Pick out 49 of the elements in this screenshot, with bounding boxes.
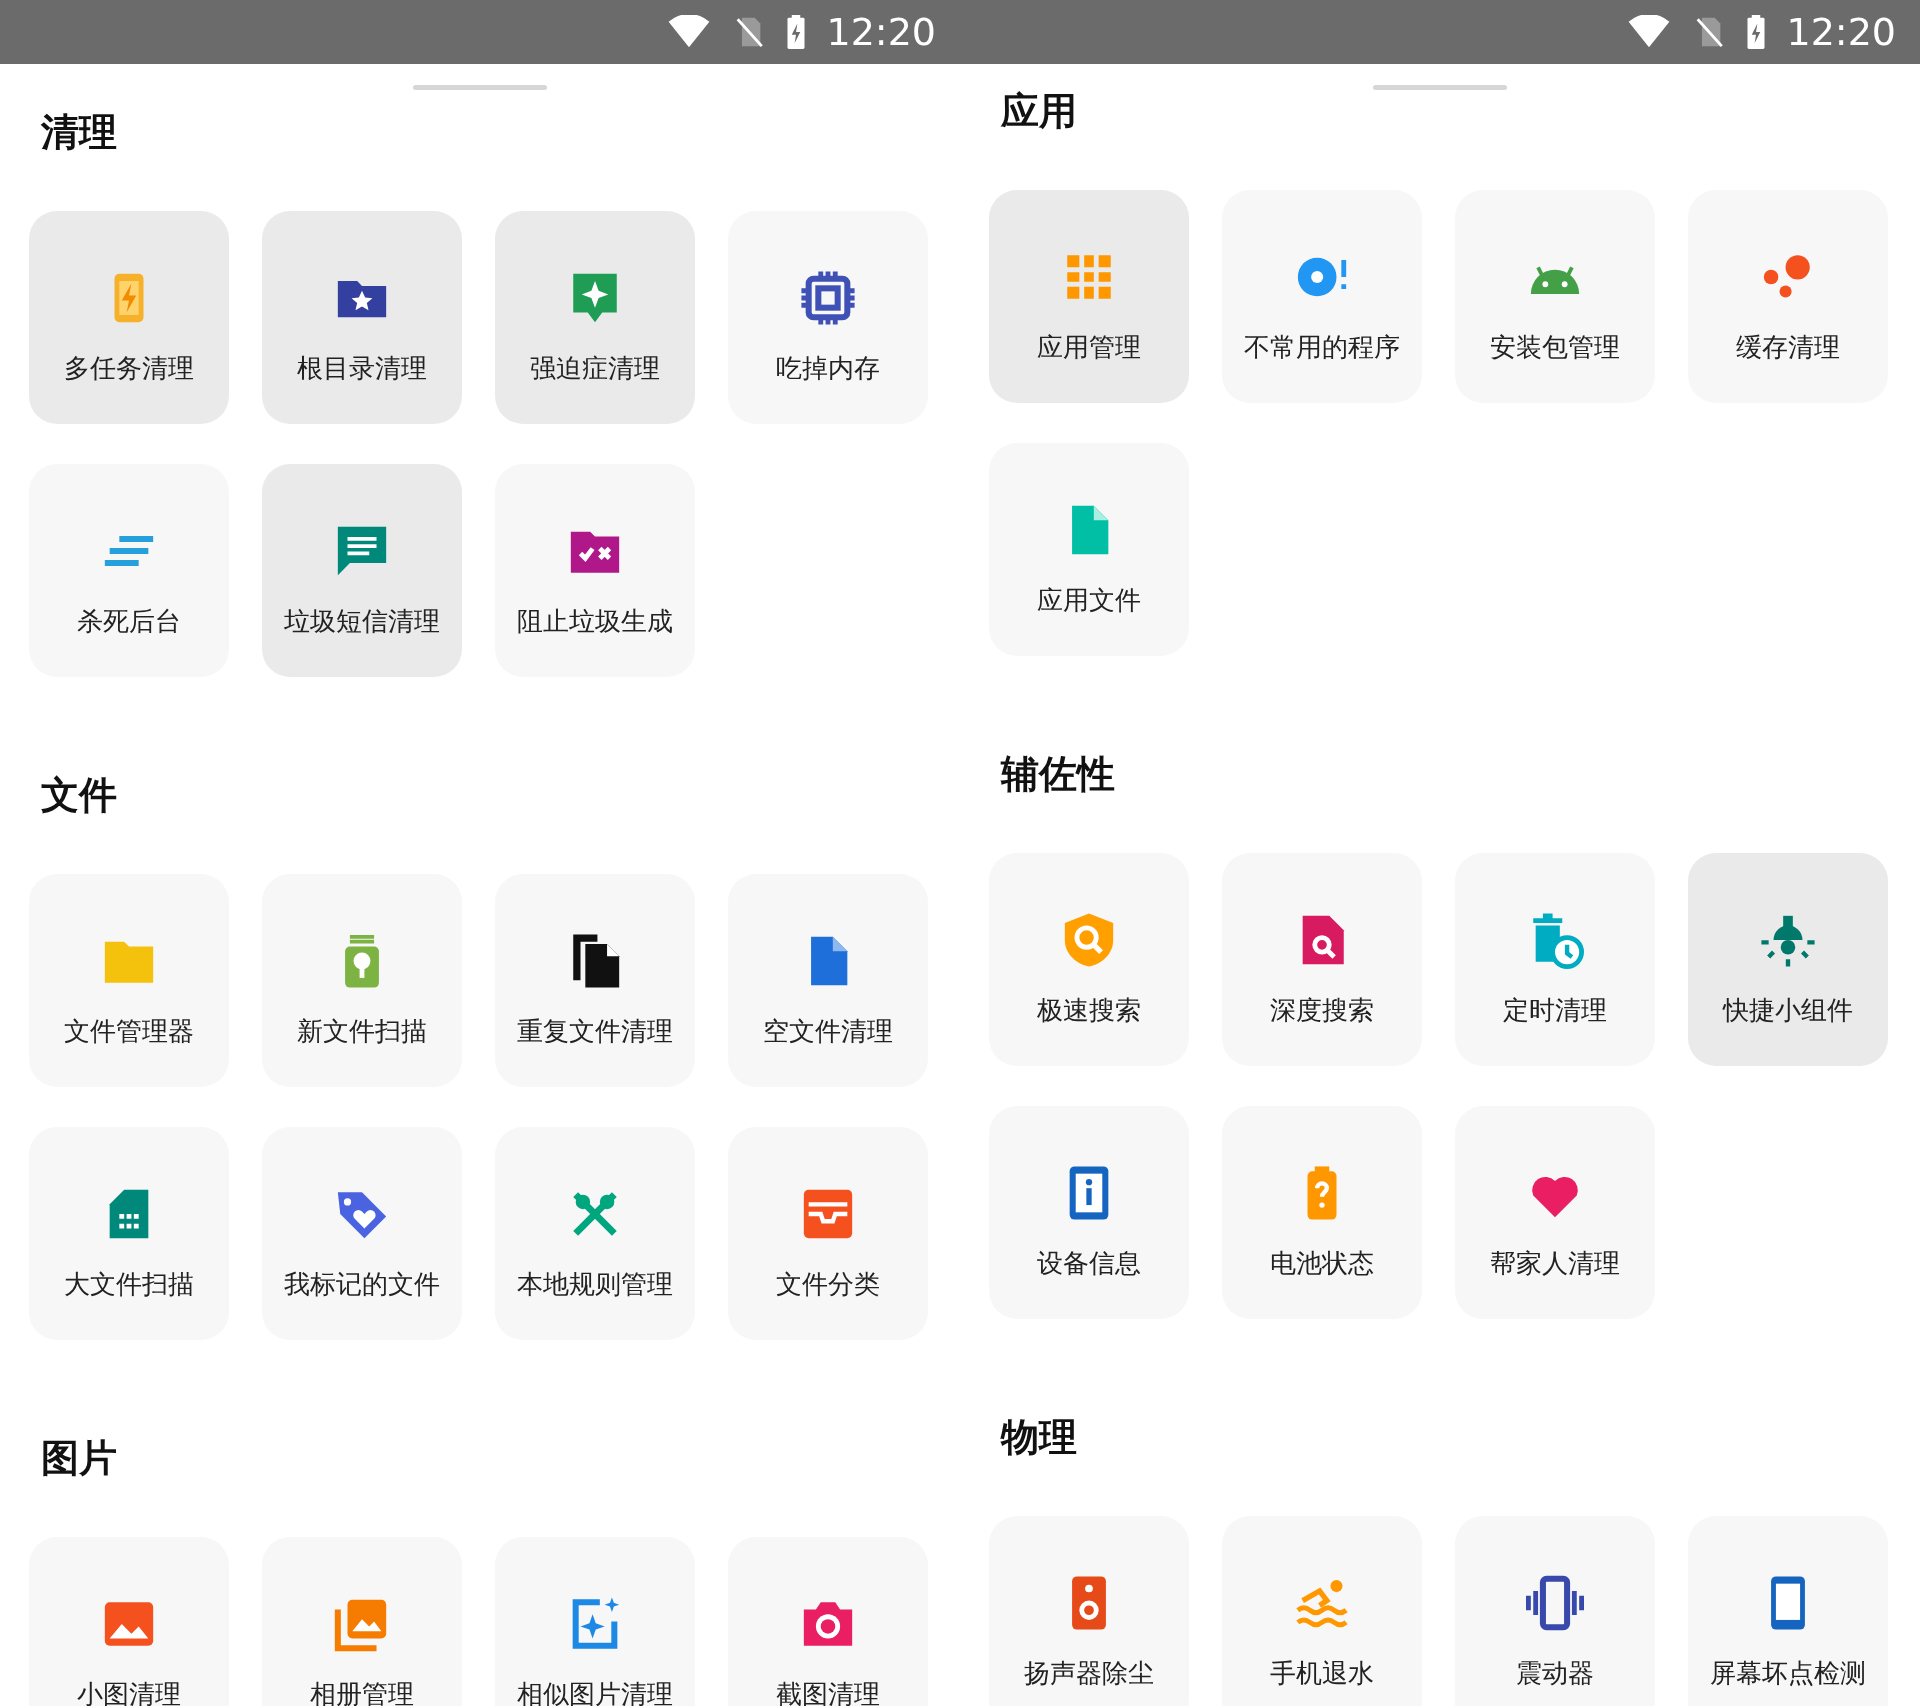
tool-tile[interactable]: 大文件扫描 [29, 1127, 229, 1340]
tool-tile[interactable]: 本地规则管理 [495, 1127, 695, 1340]
tool-tile[interactable]: 吃掉内存 [728, 211, 928, 424]
tool-tile[interactable]: 截图清理 [728, 1537, 928, 1706]
tool-tile[interactable]: 新文件扫描 [262, 874, 462, 1087]
tool-tile[interactable]: 设备信息 [989, 1106, 1189, 1319]
tool-tile[interactable]: 空文件清理 [728, 874, 928, 1087]
tool-tile[interactable]: 快捷小组件 [1688, 853, 1888, 1066]
drag-handle[interactable] [413, 85, 547, 90]
tool-tile[interactable]: 多任务清理 [29, 211, 229, 424]
tool-tile[interactable]: 极速搜索 [989, 853, 1189, 1066]
tool-tile[interactable]: 安装包管理 [1455, 190, 1655, 403]
tool-tile[interactable]: 应用文件 [989, 443, 1189, 656]
battery-charging-icon [786, 15, 807, 49]
vibrate-icon [1526, 1574, 1584, 1632]
tool-tile[interactable]: 电池状态 [1222, 1106, 1422, 1319]
section-title: 清理 [40, 109, 117, 156]
tool-tile[interactable]: 我标记的文件 [262, 1127, 462, 1340]
tool-tile[interactable]: 应用管理 [989, 190, 1189, 403]
chip-icon [799, 269, 857, 327]
section-title: 图片 [40, 1435, 117, 1482]
tool-tile[interactable]: 不常用的程序 [1222, 190, 1422, 403]
section-title: 物理 [999, 1414, 1077, 1461]
tool-tile[interactable]: 帮家人清理 [1455, 1106, 1655, 1319]
tool-tile[interactable]: 阻止垃圾生成 [495, 464, 695, 677]
tool-tile[interactable]: 相册管理 [262, 1537, 462, 1706]
tool-tile[interactable]: 文件分类 [728, 1127, 928, 1340]
drag-handle[interactable] [1373, 85, 1507, 90]
section-title: 应用 [1000, 88, 1077, 135]
section-title: 文件 [40, 772, 117, 819]
tool-tile[interactable]: 杀死后台 [29, 464, 229, 677]
tool-tile[interactable]: 强迫症清理 [495, 211, 695, 424]
battery-charging-icon [1746, 15, 1767, 49]
tool-tile[interactable]: 垃圾短信清理 [262, 464, 462, 677]
tool-tile[interactable]: 深度搜索 [1222, 853, 1422, 1066]
tool-tile[interactable]: 屏幕坏点检测 [1688, 1516, 1888, 1706]
tool-tile[interactable]: 震动器 [1455, 1516, 1655, 1706]
tool-tile[interactable]: 手机退水 [1222, 1516, 1422, 1706]
clock-time: 12:20 [1786, 10, 1896, 54]
tool-tile[interactable]: 根目录清理 [262, 211, 462, 424]
clock-time: 12:20 [826, 10, 936, 54]
tool-tile[interactable]: 小图清理 [29, 1537, 229, 1706]
tool-tile[interactable]: 文件管理器 [29, 874, 229, 1087]
tool-tile[interactable]: 定时清理 [1455, 853, 1655, 1066]
tool-tile[interactable]: 缓存清理 [1688, 190, 1888, 403]
tool-tile[interactable]: 重复文件清理 [495, 874, 695, 1087]
section-title: 辅佐性 [999, 751, 1115, 798]
tool-tile[interactable]: 扬声器除尘 [989, 1516, 1189, 1706]
tool-tile[interactable]: 相似图片清理 [495, 1537, 695, 1706]
